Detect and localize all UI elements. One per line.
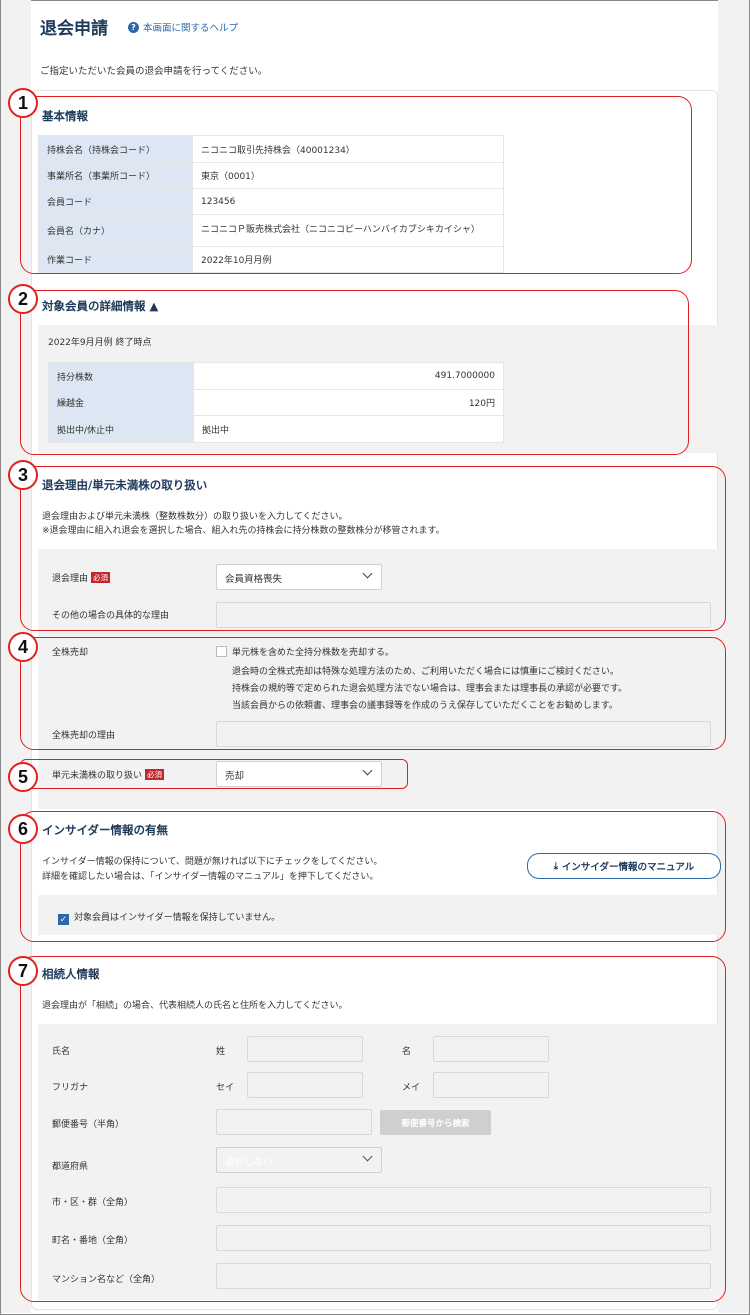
annotation-outline-3 xyxy=(20,466,726,631)
annotation-badge-7: 7 xyxy=(8,956,38,986)
annotation-outline-5 xyxy=(20,759,408,789)
annotation-outline-7 xyxy=(20,956,726,1302)
annotation-outline-1 xyxy=(20,96,692,274)
page-title: 退会申請 xyxy=(40,19,108,39)
annotation-badge-4: 4 xyxy=(8,632,38,662)
annotation-badge-1: 1 xyxy=(8,88,38,118)
annotation-outline-2 xyxy=(20,290,689,455)
annotation-badge-6: 6 xyxy=(8,814,38,844)
help-link[interactable]: ? 本画面に関するヘルプ xyxy=(128,20,238,34)
annotation-badge-5: 5 xyxy=(8,762,38,792)
annotation-outline-6 xyxy=(20,811,726,942)
annotation-badge-2: 2 xyxy=(8,284,38,314)
annotation-badge-3: 3 xyxy=(8,460,38,490)
question-icon: ? xyxy=(128,21,139,33)
intro-text: ご指定いただいた会員の退会申請を行ってください。 xyxy=(40,66,268,77)
help-link-label: 本画面に関するヘルプ xyxy=(143,23,239,34)
annotation-outline-4 xyxy=(20,637,726,750)
